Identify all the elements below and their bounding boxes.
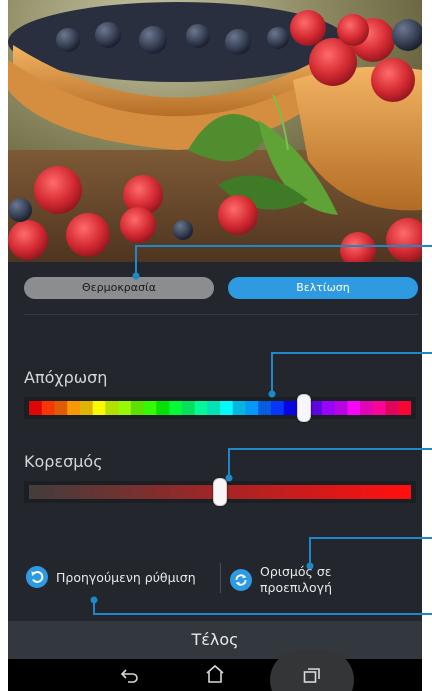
hue-segment — [398, 401, 411, 415]
hue-segment — [232, 401, 246, 415]
action-separator — [220, 563, 221, 593]
hue-slider-thumb[interactable] — [297, 394, 312, 422]
saturation-segment — [29, 485, 43, 499]
hue-label: Απόχρωση — [24, 368, 108, 387]
hue-segment — [67, 401, 81, 415]
reset-default-label-line2: προεπιλογή — [260, 580, 332, 595]
screen-frame: Θερμοκρασία Βελτίωση Απόχρωση Κορεσμός Π… — [0, 0, 432, 691]
hue-segment — [79, 401, 93, 415]
saturation-segment — [232, 485, 246, 499]
hue-segment — [372, 401, 386, 415]
hue-segment — [385, 401, 399, 415]
saturation-segment — [118, 485, 132, 499]
saturation-segment — [309, 485, 323, 499]
saturation-segment — [130, 485, 144, 499]
hue-segment — [181, 401, 195, 415]
saturation-segment — [283, 485, 297, 499]
hue-segment — [29, 401, 43, 415]
saturation-segment — [372, 485, 386, 499]
previous-setting-label: Προηγούμενη ρύθμιση — [56, 569, 196, 585]
hue-segment — [130, 401, 144, 415]
saturation-segment — [245, 485, 259, 499]
saturation-slider-thumb[interactable] — [213, 478, 227, 506]
saturation-segment — [398, 485, 411, 499]
saturation-segment — [321, 485, 335, 499]
reset-default-label-line1: Ορισμός σε — [260, 564, 332, 579]
tab-enhancement[interactable]: Βελτίωση — [228, 277, 418, 299]
hue-segment — [105, 401, 119, 415]
saturation-segment — [258, 485, 272, 499]
saturation-segment — [270, 485, 284, 499]
saturation-segment — [169, 485, 183, 499]
home-icon[interactable] — [203, 663, 227, 685]
reset-icon — [230, 569, 252, 591]
hue-segment — [54, 401, 68, 415]
phone-screen: Θερμοκρασία Βελτίωση Απόχρωση Κορεσμός Π… — [8, 0, 422, 691]
hue-segment — [169, 401, 183, 415]
hue-segment — [207, 401, 221, 415]
hue-segment — [220, 401, 234, 415]
hue-segment — [156, 401, 170, 415]
hue-spectrum — [29, 401, 411, 415]
recent-apps-icon[interactable] — [300, 664, 324, 686]
saturation-label: Κορεσμός — [24, 452, 103, 471]
hue-segment — [143, 401, 157, 415]
saturation-segment — [347, 485, 361, 499]
hue-segment — [321, 401, 335, 415]
hue-segment — [283, 401, 297, 415]
done-button[interactable]: Τέλος — [8, 621, 422, 659]
saturation-segment — [296, 485, 310, 499]
saturation-segment — [41, 485, 55, 499]
hue-segment — [118, 401, 132, 415]
saturation-segment — [194, 485, 208, 499]
hue-segment — [41, 401, 55, 415]
saturation-segment — [156, 485, 170, 499]
saturation-segment — [92, 485, 106, 499]
saturation-segment — [385, 485, 399, 499]
hue-segment — [270, 401, 284, 415]
saturation-segment — [105, 485, 119, 499]
back-icon[interactable] — [118, 664, 142, 686]
saturation-segment — [54, 485, 68, 499]
saturation-segment — [143, 485, 157, 499]
hue-segment — [92, 401, 106, 415]
undo-icon — [26, 566, 48, 588]
tab-temperature[interactable]: Θερμοκρασία — [24, 277, 214, 299]
previous-setting-button[interactable]: Προηγούμενη ρύθμιση — [26, 566, 196, 588]
reset-default-button[interactable]: Ορισμός σε προεπιλογή — [230, 564, 332, 596]
hue-segment — [258, 401, 272, 415]
hue-slider[interactable] — [24, 397, 416, 419]
hue-segment — [194, 401, 208, 415]
hue-segment — [334, 401, 348, 415]
saturation-segment — [181, 485, 195, 499]
saturation-segment — [79, 485, 93, 499]
saturation-segment — [360, 485, 374, 499]
saturation-segment — [67, 485, 81, 499]
hue-segment — [360, 401, 374, 415]
photo-preview — [8, 0, 422, 262]
hue-segment — [347, 401, 361, 415]
hue-segment — [309, 401, 323, 415]
divider — [24, 314, 418, 315]
saturation-segment — [334, 485, 348, 499]
hue-segment — [245, 401, 259, 415]
